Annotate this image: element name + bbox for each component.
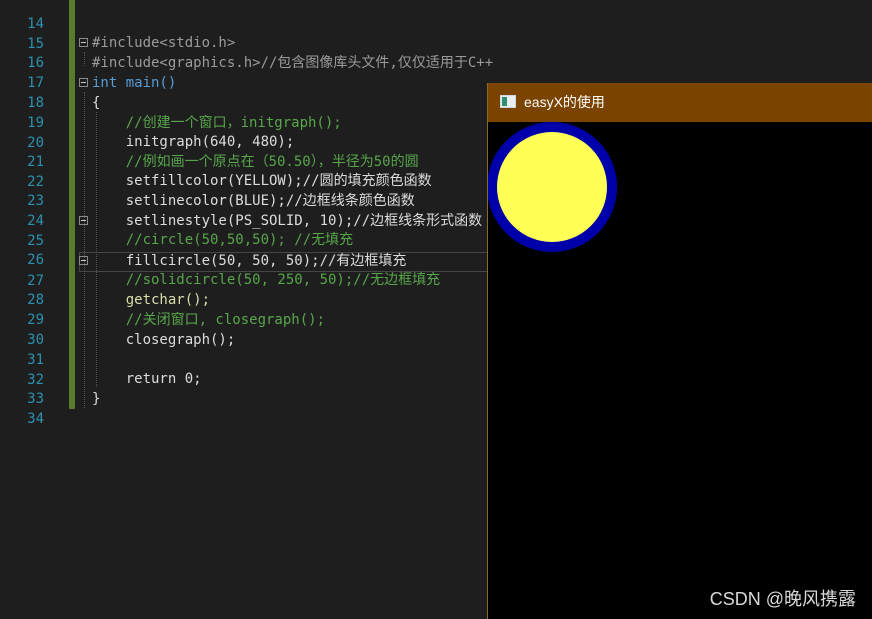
fold-toggle-icon[interactable]: [79, 216, 88, 225]
csdn-watermark: CSDN @晚风携露: [709, 589, 856, 609]
code-text[interactable]: initgraph(640, 480);: [92, 132, 295, 152]
canvas-drawing: [488, 122, 617, 252]
easyx-graphics-window[interactable]: easyX的使用: [487, 83, 872, 619]
code-text[interactable]: fillcircle(50, 50, 50);//有边框填充: [92, 251, 407, 271]
code-text[interactable]: #include<stdio.h>: [92, 33, 235, 53]
code-text[interactable]: setlinestyle(PS_SOLID, 10);//边框线条形式函数: [92, 211, 482, 231]
code-text[interactable]: }: [92, 389, 100, 409]
code-line: 16 #include<stdio.h>: [0, 33, 872, 71]
graphics-canvas[interactable]: [488, 122, 872, 619]
fold-toggle-icon[interactable]: [79, 78, 88, 87]
code-text[interactable]: //关闭窗口, closegraph();: [92, 310, 325, 330]
code-text[interactable]: //circle(50,50,50); //无填充: [92, 230, 353, 250]
app-window-icon: [500, 95, 516, 108]
filled-circle-shape: [488, 122, 617, 252]
code-text[interactable]: getchar();: [92, 290, 210, 310]
code-text[interactable]: return 0;: [92, 369, 202, 389]
code-text[interactable]: #include<graphics.h>//包含图像库头文件,仅仅适用于C++: [92, 53, 493, 73]
line-number: 34: [27, 411, 44, 427]
code-line: 15: [0, 14, 872, 52]
code-text[interactable]: //solidcircle(50, 250, 50);//无边框填充: [92, 270, 440, 290]
code-text[interactable]: setlinecolor(BLUE);//边框线条颜色函数: [92, 191, 415, 211]
window-title: easyX的使用: [524, 94, 605, 110]
code-line: 17 #include<graphics.h>//包含图像库头文件,仅仅适用于C…: [0, 53, 872, 91]
code-text[interactable]: {: [92, 93, 100, 113]
code-text[interactable]: closegraph();: [92, 330, 236, 350]
code-text[interactable]: //创建一个窗口，initgraph();: [92, 113, 342, 133]
fold-toggle-icon[interactable]: [79, 256, 88, 265]
fold-toggle-icon[interactable]: [79, 38, 88, 47]
code-text[interactable]: //例如画一个原点在（50.50），半径为50的圆: [92, 152, 419, 172]
code-line: 14: [0, 0, 872, 32]
code-text[interactable]: setfillcolor(YELLOW);//圆的填充颜色函数: [92, 171, 432, 191]
window-titlebar[interactable]: easyX的使用: [488, 83, 872, 122]
code-text[interactable]: int main(): [92, 73, 176, 93]
